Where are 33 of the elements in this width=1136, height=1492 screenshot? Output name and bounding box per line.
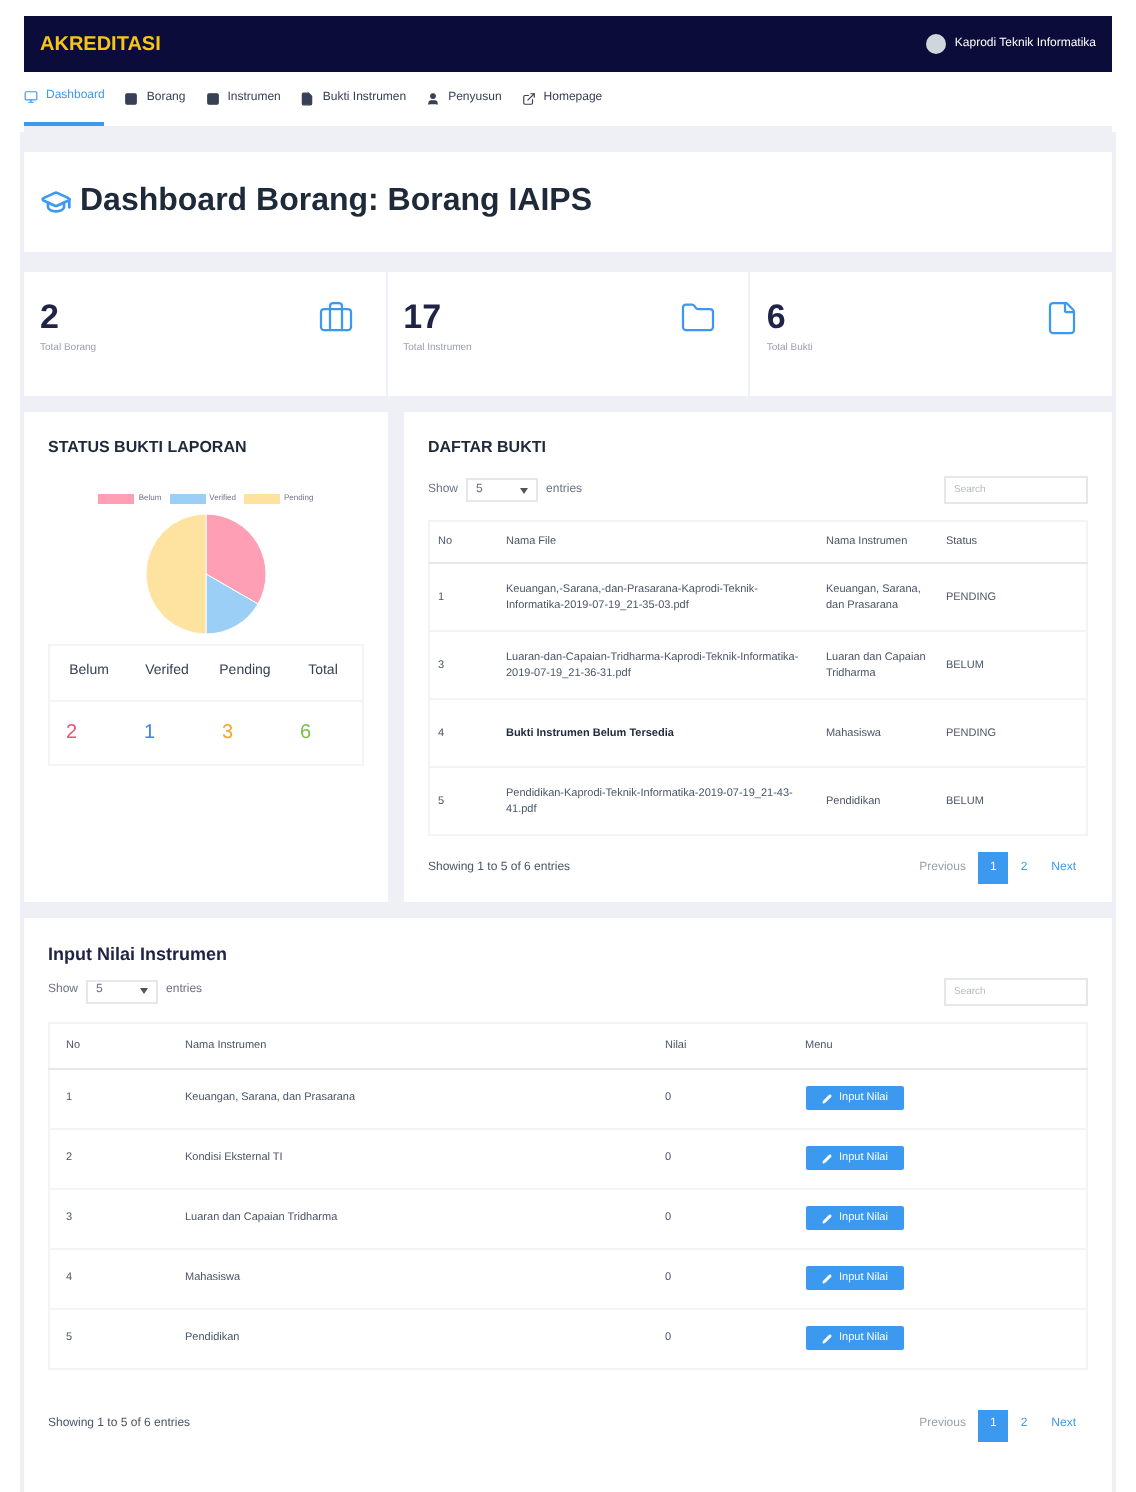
stat-value: 2 (40, 300, 61, 334)
avatar-icon (926, 34, 947, 54)
pencil-icon (821, 1213, 831, 1224)
folder-icon (680, 300, 717, 336)
summary-value: 1 (142, 719, 158, 747)
summary-value: 3 (220, 719, 236, 747)
pencil-icon (821, 1093, 831, 1104)
graduation-cap-icon (40, 186, 72, 218)
summary-value: 6 (298, 719, 314, 747)
monitor-icon (24, 90, 38, 104)
external-link-icon (521, 92, 536, 106)
stat-value: 6 (766, 300, 788, 334)
briefcase-icon (317, 300, 354, 336)
person-icon (426, 92, 441, 106)
summary-value: 2 (64, 719, 80, 747)
dropdown-caret-icon (520, 487, 529, 493)
pencil-icon (821, 1333, 831, 1344)
pencil-icon (821, 1273, 831, 1284)
legend-swatch (98, 493, 135, 503)
panel-title: DAFTAR BUKTI (428, 436, 548, 460)
pencil-icon (821, 1153, 831, 1164)
page-title: Dashboard Borang: Borang IAIPS (80, 182, 593, 222)
square-icon (124, 92, 139, 106)
document-icon (300, 92, 315, 106)
logo: AKREDITASI (40, 31, 161, 59)
legend-swatch (169, 493, 206, 503)
panel-title: STATUS BUKTI LAPORAN (48, 436, 249, 460)
document-icon (1044, 300, 1080, 336)
legend-swatch (244, 493, 280, 503)
dropdown-caret-icon (140, 988, 149, 994)
stat-value: 17 (403, 300, 444, 334)
panel-title: Input Nilai Instrumen (48, 942, 230, 968)
square-icon (205, 92, 220, 106)
